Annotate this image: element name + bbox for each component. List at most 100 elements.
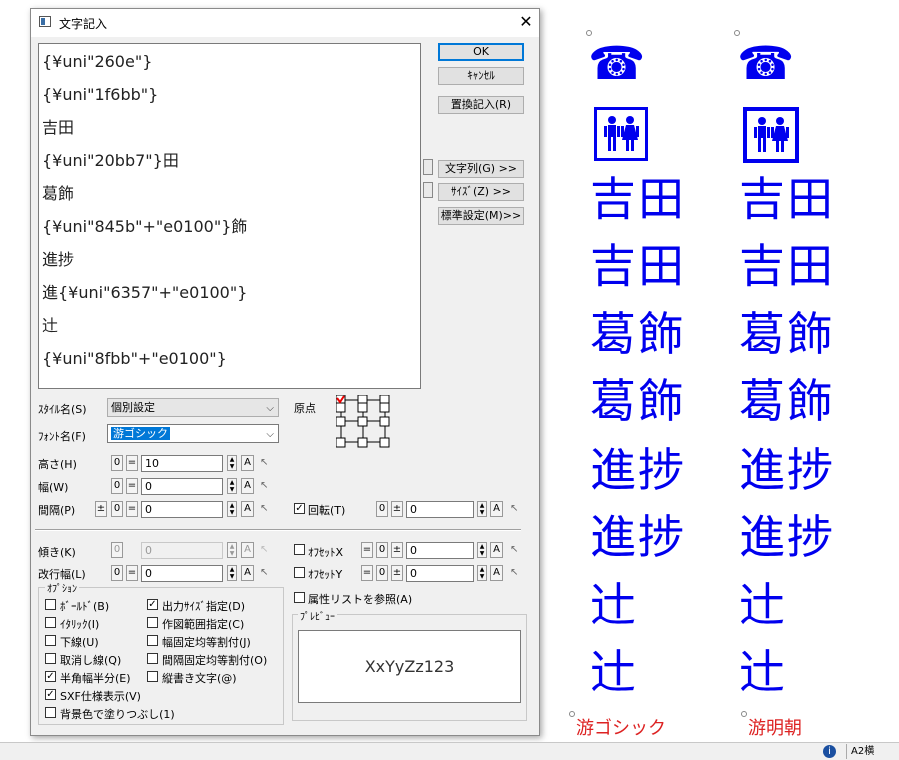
width-label: 幅(W) (38, 481, 69, 494)
width-input[interactable]: 0 (141, 478, 223, 495)
slant-spinner[interactable]: ▲ ▼ (227, 542, 237, 558)
offset-y-pm-button[interactable]: ± (391, 565, 403, 581)
chevron-down-icon: ⌵ (266, 403, 274, 414)
slant-zero-button[interactable]: 0 (111, 542, 123, 558)
spacing-input[interactable]: 0 (141, 501, 223, 518)
underline-checkbox[interactable] (45, 635, 56, 646)
spacing-a-button[interactable]: A (241, 501, 254, 517)
slant-a-button[interactable]: A (241, 542, 254, 558)
height-zero-button[interactable]: 0 (111, 455, 123, 471)
offset-y-eq-button[interactable]: = (361, 565, 373, 581)
pick-cursor-icon[interactable]: ↖ (260, 501, 270, 517)
line-width-a-button[interactable]: A (241, 565, 254, 581)
offset-x-input[interactable]: 0 (406, 542, 474, 559)
kanji-glyph: 葛飾 (739, 374, 835, 428)
height-a-button[interactable]: A (241, 455, 254, 471)
attribute-list-checkbox[interactable] (294, 592, 305, 603)
width-eq-button[interactable]: = (126, 478, 138, 494)
half-width-checkbox[interactable]: ✓ (45, 671, 56, 682)
spacing-spinner[interactable]: ▲ ▼ (227, 501, 237, 517)
pick-cursor-icon[interactable]: ↖ (260, 478, 270, 494)
draw-range-checkbox[interactable] (147, 617, 158, 628)
height-eq-button[interactable]: = (126, 455, 138, 471)
preview-title: ﾌﾟﾚﾋﾞｭｰ (298, 608, 337, 623)
rotate-input[interactable]: 0 (406, 501, 474, 518)
paper-size[interactable]: A2横 (846, 744, 874, 759)
spacing-eq-button[interactable]: = (126, 501, 138, 517)
offset-x-spinner[interactable]: ▲ ▼ (477, 542, 487, 558)
pick-cursor-icon[interactable]: ↖ (260, 542, 270, 558)
rotate-spinner[interactable]: ▲ ▼ (477, 501, 487, 517)
style-select[interactable]: 個別設定 ⌵ (107, 398, 279, 417)
size-button[interactable]: ｻｲｽﾞ(Z) >> (438, 183, 524, 201)
info-icon[interactable]: i (823, 745, 836, 758)
font-name-label: 游ゴシック (576, 718, 666, 739)
offset-x-zero-button[interactable]: 0 (376, 542, 388, 558)
offset-y-checkbox[interactable] (294, 567, 305, 578)
line-width-zero-button[interactable]: 0 (111, 565, 123, 581)
bg-fill-checkbox[interactable] (45, 707, 56, 718)
line-width-spinner[interactable]: ▲ ▼ (227, 565, 237, 581)
line-width-eq-button[interactable]: = (126, 565, 138, 581)
bold-checkbox[interactable] (45, 599, 56, 610)
kanji-glyph: 辻 (739, 645, 787, 699)
offset-x-checkbox[interactable] (294, 544, 305, 555)
ok-button[interactable]: OK (438, 43, 524, 61)
offset-y-spinner[interactable]: ▲ ▼ (477, 565, 487, 581)
text-input-area[interactable]: {¥uni"260e"} {¥uni"1f6bb"} 吉田 {¥uni"20bb… (38, 43, 421, 389)
spacing-zero-button[interactable]: 0 (111, 501, 123, 517)
slant-label: 傾き(K) (38, 546, 76, 559)
offset-y-zero-button[interactable]: 0 (376, 565, 388, 581)
standard-settings-button[interactable]: 標準設定(M)>> (438, 207, 524, 225)
rotate-zero-button[interactable]: 0 (376, 501, 388, 517)
kanji-glyph: 吉田 (739, 172, 835, 226)
kanji-glyph: 進捗 (739, 510, 835, 564)
output-size-checkbox[interactable]: ✓ (147, 599, 158, 610)
font-select[interactable]: 游ゴシック ⌵ (107, 424, 279, 443)
fixed-width-justify-checkbox[interactable] (147, 635, 158, 646)
height-input[interactable]: 10 (141, 455, 223, 472)
offset-y-input[interactable]: 0 (406, 565, 474, 582)
cancel-button[interactable]: ｷｬﾝｾﾙ (438, 67, 524, 85)
offset-x-a-button[interactable]: A (490, 542, 503, 558)
fixed-spacing-justify-checkbox[interactable] (147, 653, 158, 664)
width-zero-button[interactable]: 0 (111, 478, 123, 494)
origin-selector[interactable] (336, 395, 392, 451)
string-button[interactable]: 文字列(G) >> (438, 160, 524, 178)
pick-cursor-icon[interactable]: ↖ (510, 565, 520, 581)
spacing-pm-button[interactable]: ± (95, 501, 107, 517)
string-side-handle[interactable] (423, 159, 433, 175)
rotate-checkbox[interactable]: ✓ (294, 503, 305, 514)
kanji-glyph: 辻 (590, 578, 638, 632)
sxf-display-checkbox[interactable]: ✓ (45, 689, 56, 700)
offset-x-eq-button[interactable]: = (361, 542, 373, 558)
underline-label: 下線(U) (60, 636, 99, 649)
fixed-width-justify-label: 幅固定均等割付(J) (162, 636, 251, 649)
strikethrough-checkbox[interactable] (45, 653, 56, 664)
kanji-glyph: 吉田 (590, 172, 686, 226)
pick-cursor-icon[interactable]: ↖ (510, 542, 520, 558)
width-a-button[interactable]: A (241, 478, 254, 494)
pick-cursor-icon[interactable]: ↖ (260, 455, 270, 471)
pick-cursor-icon[interactable]: ↖ (510, 501, 520, 517)
width-spinner[interactable]: ▲ ▼ (227, 478, 237, 494)
slant-input[interactable]: 0 (141, 542, 223, 559)
size-side-handle[interactable] (423, 182, 433, 198)
rotate-a-button[interactable]: A (490, 501, 503, 517)
replace-entry-button[interactable]: 置換記入(R) (438, 96, 524, 114)
italic-checkbox[interactable] (45, 617, 56, 628)
text-line: 進{¥uni"6357"+"e0100"} (42, 283, 248, 302)
vertical-text-label: 縦書き文字(@) (162, 672, 237, 685)
draw-range-label: 作図範囲指定(C) (162, 618, 245, 631)
line-width-input[interactable]: 0 (141, 565, 223, 582)
dialog-titlebar[interactable]: 文字記入 ✕ (31, 9, 539, 37)
close-icon[interactable]: ✕ (515, 11, 537, 33)
offset-x-pm-button[interactable]: ± (391, 542, 403, 558)
height-spinner[interactable]: ▲ ▼ (227, 455, 237, 471)
kanji-glyph: 辻 (739, 578, 787, 632)
offset-y-a-button[interactable]: A (490, 565, 503, 581)
vertical-text-checkbox[interactable] (147, 671, 158, 682)
pick-cursor-icon[interactable]: ↖ (260, 565, 270, 581)
fixed-spacing-justify-label: 間隔固定均等割付(O) (162, 654, 268, 667)
rotate-pm-button[interactable]: ± (391, 501, 403, 517)
